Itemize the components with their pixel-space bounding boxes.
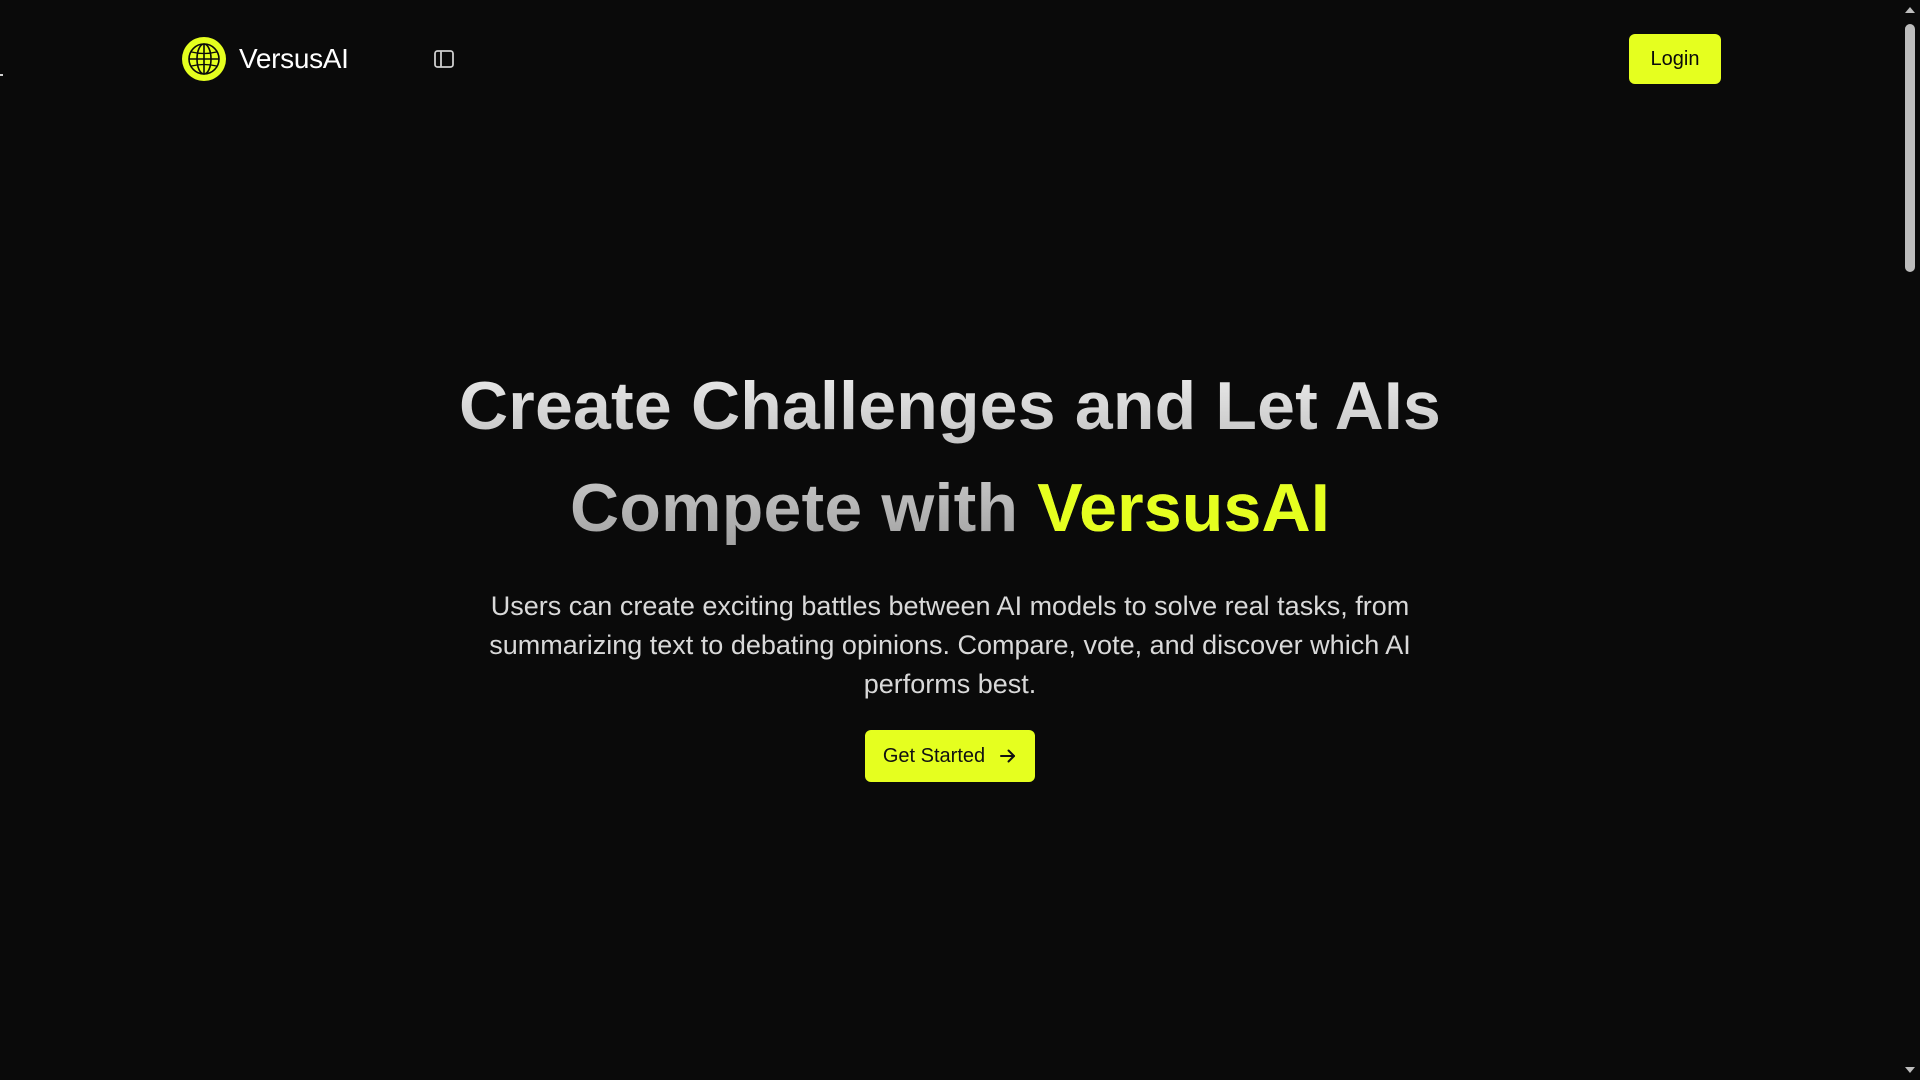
hero-title-line-2: Compete with VersusAI <box>0 457 1900 559</box>
brand-name: VersusAI <box>239 43 349 74</box>
arrow-right-icon <box>1000 749 1016 763</box>
scroll-up-arrow-icon[interactable] <box>1900 2 1920 18</box>
hero-title: Create Challenges and Let AIs Compete wi… <box>0 355 1900 559</box>
page: VersusAI Login Create Challenges and Let… <box>0 0 1920 1080</box>
login-button[interactable]: Login <box>1629 34 1721 84</box>
hero-description: Users can create exciting battles betwee… <box>489 591 1411 699</box>
hero-section: Create Challenges and Let AIs Compete wi… <box>0 355 1900 782</box>
top-navbar: VersusAI Login <box>0 0 1900 118</box>
get-started-button[interactable]: Get Started <box>864 730 1036 782</box>
sidebar-toggle-button[interactable] <box>430 45 458 73</box>
sidebar-toggle-icon <box>434 50 454 68</box>
brand-home-link[interactable]: VersusAI <box>181 35 349 83</box>
globe-logo-icon <box>182 37 226 81</box>
hero-title-prefix: Compete with <box>570 470 1038 546</box>
scroll-down-arrow-icon[interactable] <box>1900 1062 1920 1078</box>
page-scrollbar[interactable] <box>1900 0 1920 1080</box>
scrollbar-thumb[interactable] <box>1905 24 1915 272</box>
hero-title-accent: VersusAI <box>1037 470 1330 546</box>
get-started-label: Get Started <box>882 744 986 767</box>
hero-title-line-1: Create Challenges and Let AIs <box>0 355 1900 457</box>
